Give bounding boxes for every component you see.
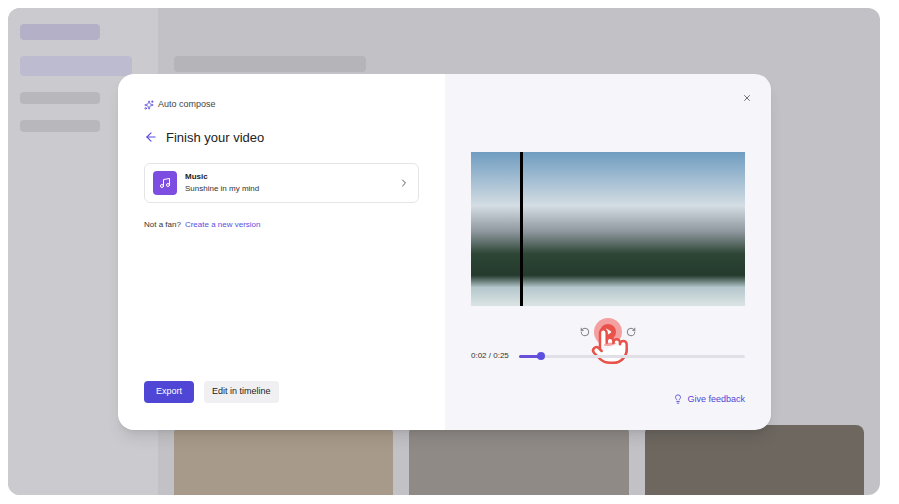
transition-line — [520, 152, 523, 306]
action-buttons: Export Edit in timeline — [144, 381, 419, 403]
close-icon[interactable] — [742, 93, 752, 103]
dialog-left-panel: Auto compose Finish your video MusicSunshi… — [118, 74, 445, 430]
forward-icon[interactable] — [626, 327, 636, 337]
rewind-icon[interactable] — [580, 327, 590, 337]
music-icon — [153, 171, 177, 195]
music-label: Music — [185, 171, 390, 183]
dialog-title: Finish your video — [166, 128, 264, 148]
progress-thumb[interactable] — [537, 352, 545, 360]
auto-compose-dialog: Auto compose Finish your video MusicSunshi… — [118, 74, 771, 430]
progress-track[interactable] — [519, 355, 745, 358]
dialog-header: Finish your video — [144, 128, 419, 148]
playback-controls — [580, 318, 636, 346]
give-feedback-link[interactable]: Give feedback — [673, 393, 745, 407]
new-version-prompt: Not a fan?Create a new version — [144, 219, 419, 231]
lightbulb-icon — [673, 394, 683, 404]
create-new-version-link[interactable]: Create a new version — [185, 219, 261, 231]
app-backdrop: Auto compose Finish your video MusicSunshi… — [8, 8, 880, 495]
back-arrow-icon[interactable] — [144, 130, 158, 144]
chevron-right-icon — [398, 177, 410, 189]
dialog-right-panel: 0:02 / 0:25 Give feedback — [445, 74, 771, 430]
edit-in-timeline-button[interactable]: Edit in timeline — [204, 381, 279, 403]
video-preview — [471, 152, 745, 306]
page: Auto compose Finish your video MusicSunshi… — [0, 0, 899, 504]
hand-cursor-icon — [590, 326, 630, 366]
dialog-label: Auto compose — [144, 98, 419, 112]
music-card[interactable]: MusicSunshine in my mind — [144, 163, 419, 203]
export-button[interactable]: Export — [144, 381, 194, 403]
time-readout: 0:02 / 0:25 — [471, 350, 509, 362]
music-track: Sunshine in my mind — [185, 183, 390, 195]
sparkle-icon — [144, 100, 154, 110]
